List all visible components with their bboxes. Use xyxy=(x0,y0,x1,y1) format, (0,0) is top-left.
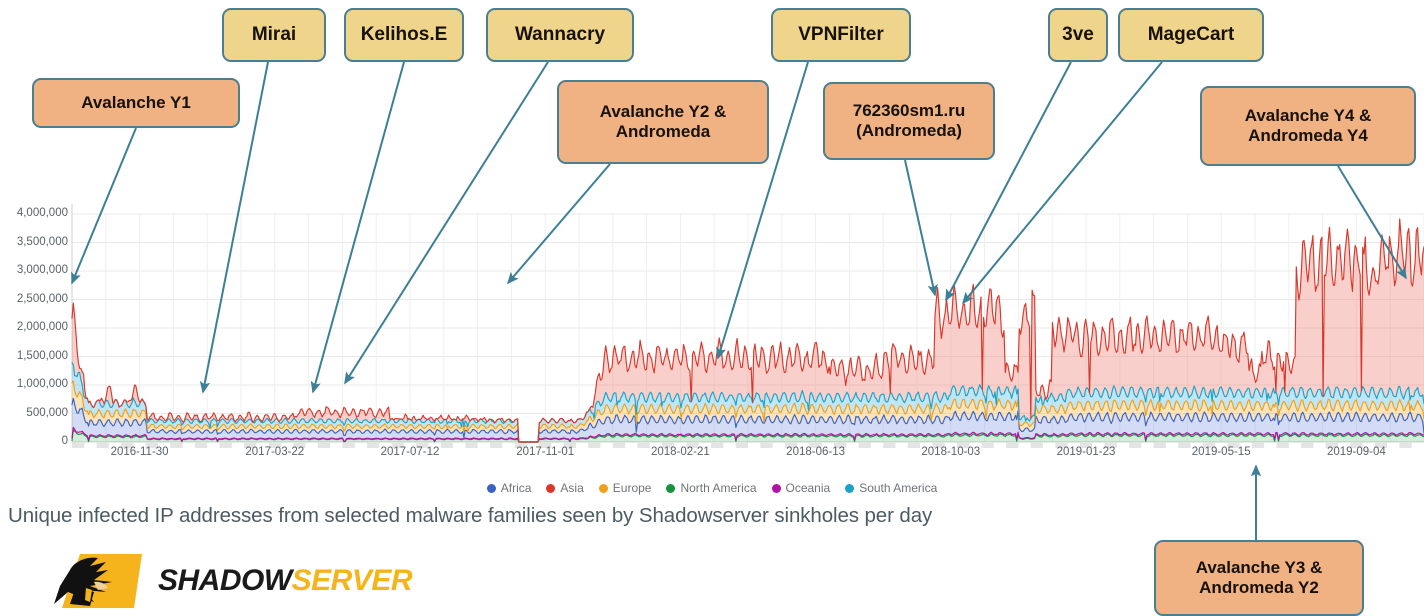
x-axis-tick-label: 2018-10-03 xyxy=(921,446,981,458)
legend-label: Africa xyxy=(500,481,532,495)
callout-label: Avalanche Y2 & Andromeda xyxy=(599,101,727,141)
callout-label: Avalanche Y4 & Andromeda Y4 xyxy=(1244,105,1372,145)
x-axis-tick-label: 2016-11-30 xyxy=(110,446,169,458)
callout-label: 3ve xyxy=(1062,23,1094,45)
callout-kelihos-e[interactable]: Kelihos.E xyxy=(344,8,464,62)
shadowserver-logo: SHADOWSERVER xyxy=(50,552,413,612)
legend-label: Europe xyxy=(612,481,652,495)
chart-legend: Africa Asia Europe North America Oceania Sout… xyxy=(0,478,1424,498)
callout-avalanche-y4-andromeda-y4[interactable]: Avalanche Y4 & Andromeda Y4 xyxy=(1200,86,1416,166)
logo-wordmark: SHADOWSERVER xyxy=(158,564,413,598)
callout-magecart[interactable]: MageCart xyxy=(1118,8,1264,62)
legend-label: North America xyxy=(680,481,757,495)
chart-panel: 4,000,000 3,500,000 3,000,000 2,500,000 2,00… xyxy=(0,196,1424,484)
callout-label: MageCart xyxy=(1147,23,1235,45)
legend-label: Oceania xyxy=(785,481,831,495)
legend-color-swatch-icon xyxy=(486,483,496,493)
callout-label: Kelihos.E xyxy=(360,23,448,45)
callout-label: Mirai xyxy=(251,23,297,45)
legend-item-europe[interactable]: Europe xyxy=(598,481,652,495)
callout-label: Avalanche Y1 xyxy=(81,92,191,112)
callout-avalanche-y2-andromeda[interactable]: Avalanche Y2 & Andromeda xyxy=(557,80,769,164)
x-axis-tick-label: 2017-11-01 xyxy=(516,446,575,458)
callout-label: 762360sm1.ru (Andromeda) xyxy=(852,100,966,140)
legend-item-north-america[interactable]: North America xyxy=(666,481,757,495)
x-axis-tick-label: 2018-02-21 xyxy=(650,446,710,458)
x-axis-tick-label: 2017-03-22 xyxy=(245,446,305,458)
x-axis-tick-label: 2019-01-23 xyxy=(1056,446,1116,458)
callout-3ve[interactable]: 3ve xyxy=(1048,8,1108,62)
legend-item-africa[interactable]: Africa xyxy=(486,481,532,495)
callout-avalanche-y3-andromeda-y2[interactable]: Avalanche Y3 & Andromeda Y2 xyxy=(1154,540,1364,616)
legend-color-swatch-icon xyxy=(845,483,855,493)
callout-label: Wannacry xyxy=(514,23,606,45)
callout-label: Avalanche Y3 & Andromeda Y2 xyxy=(1195,557,1323,597)
chart-caption: Unique infected IP addresses from select… xyxy=(8,504,933,527)
callout-vpnfilter[interactable]: VPNFilter xyxy=(771,8,911,62)
legend-color-swatch-icon xyxy=(598,483,608,493)
logo-word-shadow: SHADOW xyxy=(158,564,292,597)
legend-item-asia[interactable]: Asia xyxy=(546,481,584,495)
callout-762360sm1[interactable]: 762360sm1.ru (Andromeda) xyxy=(823,82,995,160)
shadowserver-shield-icon xyxy=(54,554,142,608)
legend-color-swatch-icon xyxy=(666,483,676,493)
callout-mirai[interactable]: Mirai xyxy=(222,8,326,62)
chart-plot-area xyxy=(71,204,1424,448)
x-axis-tick-label: 2019-09-04 xyxy=(1326,446,1386,458)
x-axis-tick-label: 2017-07-12 xyxy=(380,446,440,458)
legend-color-swatch-icon xyxy=(771,483,781,493)
infographic-root: 4,000,000 3,500,000 3,000,000 2,500,000 2,00… xyxy=(0,0,1424,616)
x-axis-tick-label: 2019-05-15 xyxy=(1191,446,1251,458)
logo-word-server: SERVER xyxy=(291,564,413,597)
legend-item-oceania[interactable]: Oceania xyxy=(771,481,831,495)
callout-avalanche-y1[interactable]: Avalanche Y1 xyxy=(32,78,240,128)
legend-color-swatch-icon xyxy=(546,483,556,493)
callout-wannacry[interactable]: Wannacry xyxy=(486,8,634,62)
legend-label: South America xyxy=(859,481,938,495)
legend-label: Asia xyxy=(560,481,584,495)
x-axis-tick-label: 2018-06-13 xyxy=(786,446,846,458)
legend-item-south-america[interactable]: South America xyxy=(845,481,937,495)
callout-label: VPNFilter xyxy=(798,23,884,45)
